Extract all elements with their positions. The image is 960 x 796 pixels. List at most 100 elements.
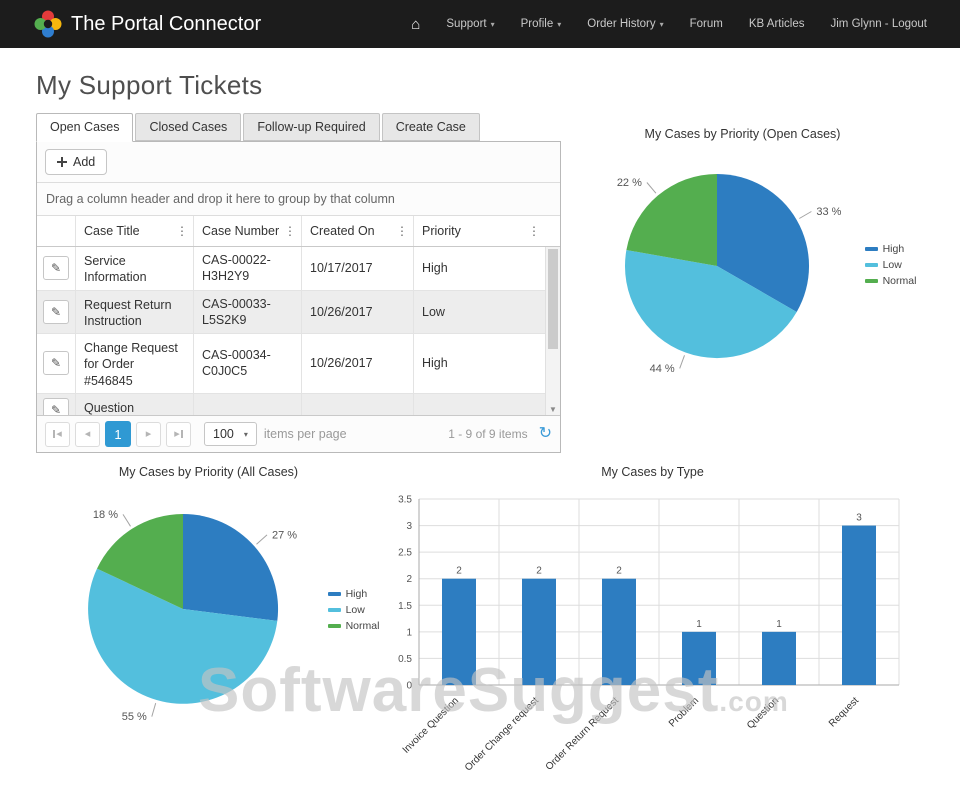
- pie-label-line: [799, 212, 811, 219]
- legend-item-normal[interactable]: Normal: [865, 275, 917, 287]
- page-size-value: 100: [213, 427, 234, 441]
- column-header-empty: [37, 216, 75, 246]
- edit-row-button[interactable]: ✎: [43, 398, 69, 415]
- bar-value-label: 2: [456, 566, 462, 577]
- prev-page-button[interactable]: ◂: [75, 422, 100, 447]
- cell-created-on: 10/26/2017: [301, 334, 413, 393]
- legend-label: High: [883, 243, 905, 255]
- grid-body: ✎Service InformationCAS-00022-H3H2Y910/1…: [37, 247, 560, 415]
- legend-item-low[interactable]: Low: [865, 259, 917, 271]
- cell-case-number: CAS-00022-H3H2Y9: [193, 247, 301, 290]
- brand[interactable]: The Portal Connector: [34, 10, 261, 38]
- legend-marker: [865, 279, 878, 283]
- legend-label: Low: [883, 259, 902, 271]
- column-menu-icon[interactable]: ⋮: [393, 222, 411, 240]
- nav-item-support[interactable]: Support▾: [433, 18, 507, 30]
- cell-priority: High: [413, 334, 545, 393]
- tab-create-case[interactable]: Create Case: [382, 113, 480, 141]
- tab-closed-cases[interactable]: Closed Cases: [135, 113, 241, 141]
- page-title: My Support Tickets: [36, 70, 924, 101]
- legend-marker: [865, 247, 878, 251]
- table-row: ✎Change Request for Order #546845CAS-000…: [37, 334, 545, 394]
- y-tick-label: 0: [406, 681, 412, 692]
- cases-section: Open CasesClosed CasesFollow-up Required…: [36, 113, 561, 453]
- items-per-page-label: items per page: [264, 427, 347, 441]
- nav-item-order-history[interactable]: Order History▾: [574, 18, 676, 30]
- edit-row-button[interactable]: ✎: [43, 300, 69, 324]
- tab-follow-up-required[interactable]: Follow-up Required: [243, 113, 379, 141]
- table-row: ✎Question: [37, 394, 545, 415]
- add-button[interactable]: Add: [45, 149, 107, 175]
- pie-percent-label: 44 %: [649, 363, 674, 375]
- column-header-case-title[interactable]: Case Title ⋮: [75, 216, 193, 246]
- chart-title-all-cases: My Cases by Priority (All Cases): [119, 465, 298, 479]
- nav-item-forum[interactable]: Forum: [677, 18, 736, 30]
- column-menu-icon[interactable]: ⋮: [525, 222, 543, 240]
- legend-item-normal[interactable]: Normal: [328, 620, 380, 632]
- column-header-priority[interactable]: Priority⋮: [413, 216, 545, 246]
- home-icon: ⌂: [411, 17, 420, 32]
- tab-open-cases[interactable]: Open Cases: [36, 113, 133, 142]
- cell-case-number: [193, 394, 301, 415]
- column-header-created-on[interactable]: Created On⋮: [301, 216, 413, 246]
- bar-order-return-request: [602, 579, 636, 685]
- first-page-button[interactable]: ◂: [45, 422, 70, 447]
- chevron-down-icon: ▾: [244, 430, 248, 439]
- brand-name: The Portal Connector: [71, 13, 261, 36]
- chart-title-open-cases: My Cases by Priority (Open Cases): [645, 127, 841, 141]
- cell-priority: High: [413, 247, 545, 290]
- add-button-label: Add: [73, 155, 95, 169]
- group-drop-area[interactable]: Drag a column header and drop it here to…: [37, 183, 560, 216]
- nav-item-kb-articles[interactable]: KB Articles: [736, 18, 818, 30]
- legend-item-high[interactable]: High: [328, 588, 380, 600]
- pie-slice-high: [183, 514, 278, 621]
- y-tick-label: 2: [406, 574, 412, 585]
- edit-cell: ✎: [37, 394, 75, 415]
- cases-grid: Add Drag a column header and drop it her…: [36, 141, 561, 453]
- nav-item-home[interactable]: ⌂: [398, 17, 433, 32]
- scroll-down-icon[interactable]: ▼: [546, 405, 560, 414]
- edit-row-button[interactable]: ✎: [43, 256, 69, 280]
- bar-value-label: 3: [856, 513, 862, 524]
- bar-invoice-question: [442, 579, 476, 685]
- next-page-button[interactable]: ▸: [136, 422, 161, 447]
- x-category-label: Question: [745, 695, 781, 731]
- legend-item-high[interactable]: High: [865, 243, 917, 255]
- legend-label: Normal: [346, 620, 380, 632]
- edit-cell: ✎: [37, 247, 75, 290]
- bar-value-label: 1: [776, 619, 782, 630]
- last-page-button[interactable]: ▸: [166, 422, 191, 447]
- page-size-select[interactable]: 100 ▾: [204, 422, 257, 446]
- cell-priority: [413, 394, 545, 415]
- pie-label-line: [256, 535, 267, 544]
- legend-marker: [328, 608, 341, 612]
- x-category-label: Request: [827, 695, 861, 729]
- column-header-case-number[interactable]: Case Number⋮: [193, 216, 301, 246]
- column-menu-icon[interactable]: ⋮: [281, 222, 299, 240]
- legend-item-low[interactable]: Low: [328, 604, 380, 616]
- chart-title-cases-by-type: My Cases by Type: [601, 465, 704, 479]
- page-content: My Support Tickets Open CasesClosed Case…: [0, 48, 960, 779]
- top-navbar: The Portal Connector ⌂ Support▾Profile▾Or…: [0, 0, 960, 48]
- edit-row-button[interactable]: ✎: [43, 351, 69, 375]
- x-category-label: Invoice Question: [400, 695, 460, 755]
- current-page-button[interactable]: 1: [105, 421, 131, 447]
- y-tick-label: 3: [406, 521, 412, 532]
- pie-chart-all-cases: 27 %55 %18 %: [38, 487, 328, 732]
- y-tick-label: 1: [406, 627, 412, 638]
- x-category-label: Order Change request: [462, 695, 540, 773]
- refresh-icon[interactable]: ↻: [539, 426, 552, 442]
- column-menu-icon[interactable]: ⋮: [173, 222, 191, 240]
- grid-rows: ✎Service InformationCAS-00022-H3H2Y910/1…: [37, 247, 545, 415]
- legend-label: Low: [346, 604, 365, 616]
- scrollbar-thumb[interactable]: [548, 249, 558, 349]
- nav-item-profile[interactable]: Profile▾: [508, 18, 575, 30]
- pie-chart-open-cases: 33 %44 %22 %: [569, 149, 865, 381]
- y-tick-label: 1.5: [398, 601, 412, 612]
- nav-item-logout[interactable]: Jim Glynn - Logout: [817, 18, 940, 30]
- column-title: Case Title: [84, 224, 140, 238]
- edit-cell: ✎: [37, 334, 75, 393]
- bar-request: [842, 526, 876, 685]
- bar-value-label: 1: [696, 619, 702, 630]
- grid-scrollbar[interactable]: ▼: [545, 247, 560, 415]
